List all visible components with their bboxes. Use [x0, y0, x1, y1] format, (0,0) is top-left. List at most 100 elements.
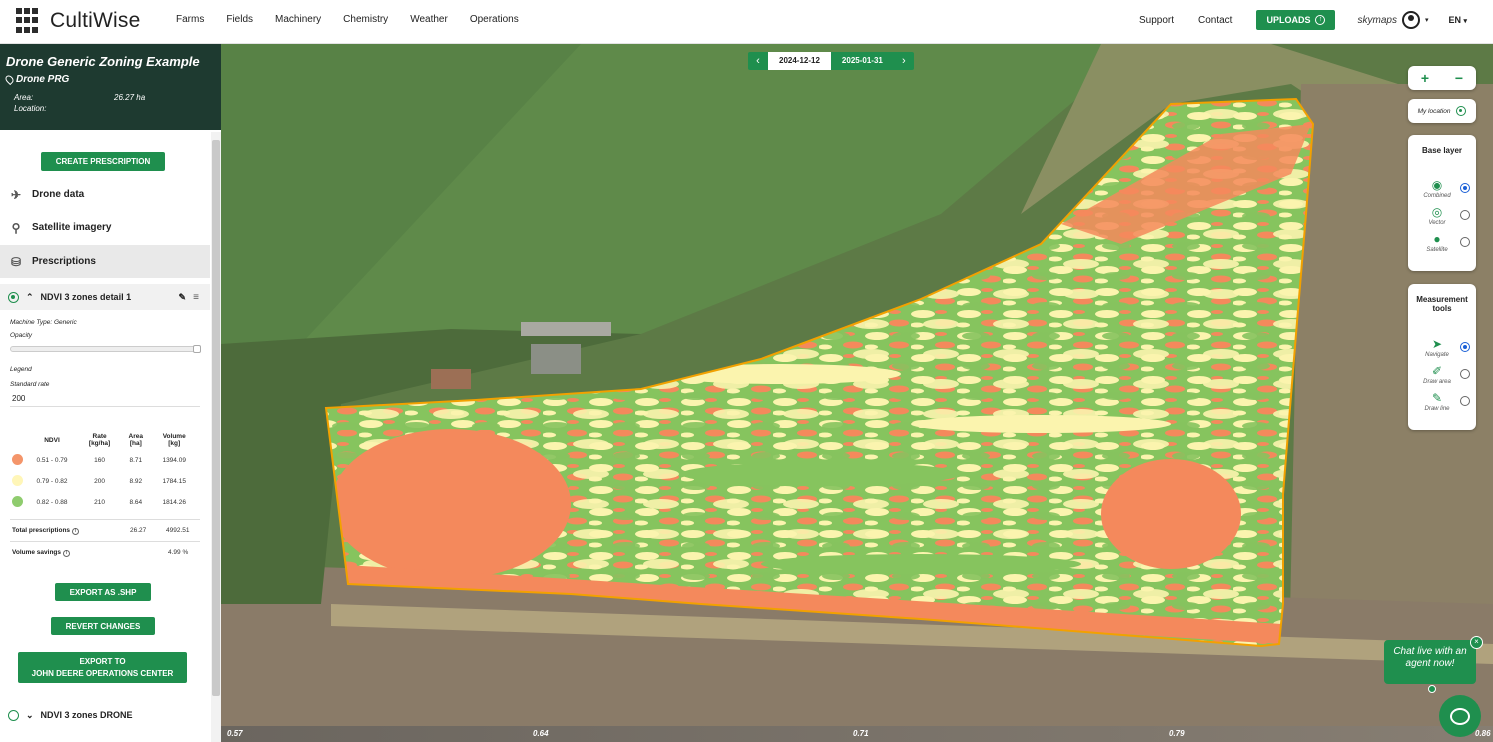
legend-header-area: Area [ha]: [128, 433, 144, 447]
zone-color-swatch[interactable]: [11, 454, 23, 465]
zoom-out-button[interactable]: −: [1455, 70, 1463, 86]
globe-satellite-icon: ●: [1433, 232, 1441, 246]
cultiwise-logo[interactable]: CultiWise: [16, 8, 140, 34]
nav-operations[interactable]: Operations: [470, 14, 519, 25]
chat-close-icon[interactable]: ×: [1470, 636, 1483, 649]
sidebar-scrollbar-thumb[interactable]: [212, 140, 220, 696]
location-label: Location:: [14, 104, 47, 113]
date-chip[interactable]: 2025-01-31: [831, 52, 894, 70]
chat-invite-bubble[interactable]: Chat live with an agent now!: [1384, 640, 1476, 684]
revert-changes-button[interactable]: REVERT CHANGES: [51, 617, 155, 635]
mid-ndvi-zone-band: [911, 415, 1171, 433]
create-prescription-button[interactable]: CREATE PRESCRIPTION: [41, 152, 165, 171]
edit-pencil-icon[interactable]: ✎: [178, 292, 186, 303]
skymaps-logo: skymaps: [1357, 14, 1397, 26]
tool-radio[interactable]: [1460, 369, 1470, 379]
tool-draw-area[interactable]: ✐ Draw area: [1412, 363, 1470, 390]
prescription-item-drone[interactable]: ⌄ NDVI 3 zones DRONE: [0, 704, 210, 726]
menu-satellite-imagery[interactable]: ⚲ Satellite imagery: [0, 211, 210, 244]
measurement-tools-panel: Measurement tools ➤ Navigate ✐ Draw area…: [1408, 284, 1476, 430]
export-shp-button[interactable]: EXPORT AS .SHP: [55, 583, 151, 601]
upload-arrow-icon: ↑: [1315, 15, 1326, 25]
nav-contact[interactable]: Contact: [1198, 15, 1232, 26]
menu-prescriptions-label: Prescriptions: [32, 256, 96, 267]
nav-fields[interactable]: Fields: [226, 14, 253, 25]
zone-color-swatch[interactable]: [11, 475, 23, 486]
menu-hamburger-icon[interactable]: ≡: [193, 292, 199, 303]
menu-satellite-label: Satellite imagery: [32, 222, 112, 233]
tool-radio[interactable]: [1460, 396, 1470, 406]
info-icon[interactable]: i: [63, 550, 71, 557]
user-avatar-icon[interactable]: [1401, 11, 1420, 29]
chevron-down-icon[interactable]: ⌄: [26, 710, 34, 721]
chevron-up-icon[interactable]: ⌃: [26, 292, 34, 303]
nav-support[interactable]: Support: [1139, 15, 1174, 26]
language-selector[interactable]: EN ▾: [1448, 15, 1467, 25]
tool-radio-selected[interactable]: [1460, 342, 1470, 352]
base-layer-radio[interactable]: [1460, 237, 1470, 247]
uploads-button[interactable]: UPLOADS ↑: [1256, 10, 1336, 30]
scale-label: 0.86: [1475, 729, 1491, 738]
base-layer-panel: Base layer ◉ Combined ◎ Vector ● Satelli…: [1408, 135, 1476, 271]
nav-farms[interactable]: Farms: [176, 14, 204, 25]
legend-area: 8.71: [129, 457, 143, 464]
my-location-button[interactable]: My location: [1408, 99, 1476, 123]
user-menu-caret-icon[interactable]: ▾: [1425, 16, 1429, 24]
base-layer-vector[interactable]: ◎ Vector: [1412, 204, 1470, 231]
nav-weather[interactable]: Weather: [410, 14, 448, 25]
base-layer-satellite[interactable]: ● Satellite: [1412, 231, 1470, 258]
high-ndvi-zone-band: [761, 554, 1081, 574]
prescription-name: NDVI 3 zones detail 1: [40, 292, 132, 302]
divider: [10, 541, 200, 542]
top-navigation-bar: CultiWise Farms Fields Machinery Chemist…: [0, 0, 1493, 44]
legend-rate[interactable]: 200: [78, 471, 121, 492]
legend-rate[interactable]: 160: [78, 450, 121, 471]
greenhouse-building: [521, 322, 611, 336]
uploads-label: UPLOADS: [1266, 15, 1311, 25]
info-icon[interactable]: i: [72, 528, 80, 535]
language-label: EN: [1448, 15, 1461, 25]
map-canvas[interactable]: [221, 44, 1493, 742]
prescription-item-active[interactable]: ⌃ NDVI 3 zones detail 1 ✎ ≡: [0, 284, 210, 310]
location-value: [114, 104, 194, 113]
base-layer-radio-selected[interactable]: [1460, 183, 1470, 193]
total-label-text: Total prescriptions: [12, 527, 71, 534]
next-date-chevron-icon[interactable]: ›: [894, 52, 914, 70]
scale-label: 0.79: [1169, 729, 1185, 738]
scale-label: 0.64: [533, 729, 549, 738]
legend-row: 0.82 - 0.88 210 8.64 1814.26: [8, 492, 198, 513]
map-view[interactable]: ‹ 2024-12-12 2025-01-31 › + − My locatio…: [221, 44, 1493, 742]
savings-label-text: Volume savings: [12, 549, 62, 556]
legend-area: 8.64: [129, 499, 143, 506]
prescription-radio-selected[interactable]: [8, 291, 19, 303]
legend-header-ndvi: NDVI: [44, 436, 60, 444]
total-prescriptions-label: Total prescriptions i: [12, 527, 80, 535]
zoom-in-button[interactable]: +: [1421, 70, 1429, 86]
volume-savings-value: 4.99 %: [168, 549, 189, 556]
menu-drone-data[interactable]: ✈ Drone data: [0, 178, 210, 211]
brand-name: CultiWise: [50, 9, 141, 32]
zoom-controls: + −: [1408, 66, 1476, 90]
tool-draw-line[interactable]: ✎ Draw line: [1412, 390, 1470, 417]
tool-navigate[interactable]: ➤ Navigate: [1412, 336, 1470, 363]
standard-rate-input[interactable]: 200: [12, 394, 25, 403]
menu-prescriptions[interactable]: ⛁ Prescriptions: [0, 245, 210, 278]
nav-machinery[interactable]: Machinery: [275, 14, 321, 25]
base-layer-radio[interactable]: [1460, 210, 1470, 220]
measurement-title: Measurement tools: [1416, 295, 1468, 313]
export-john-deere-button[interactable]: EXPORT TO JOHN DEERE OPERATIONS CENTER: [18, 652, 187, 683]
legend-row: 0.51 - 0.79 160 8.71 1394.09: [8, 450, 198, 471]
date-chip-selected[interactable]: 2024-12-12: [768, 52, 831, 70]
divider: [10, 519, 200, 520]
base-layer-combined[interactable]: ◉ Combined: [1412, 177, 1470, 204]
zone-color-swatch[interactable]: [11, 496, 23, 507]
prev-date-chevron-icon[interactable]: ‹: [748, 52, 768, 70]
prescription-radio-unselected[interactable]: [8, 709, 19, 721]
draw-area-icon: ✐: [1431, 364, 1443, 378]
chat-launcher-button[interactable]: [1439, 695, 1481, 737]
tool-label: Draw area: [1423, 379, 1451, 385]
legend-rate[interactable]: 210: [78, 492, 121, 513]
opacity-slider-handle[interactable]: [193, 345, 201, 353]
opacity-slider[interactable]: [10, 345, 201, 353]
nav-chemistry[interactable]: Chemistry: [343, 14, 388, 25]
